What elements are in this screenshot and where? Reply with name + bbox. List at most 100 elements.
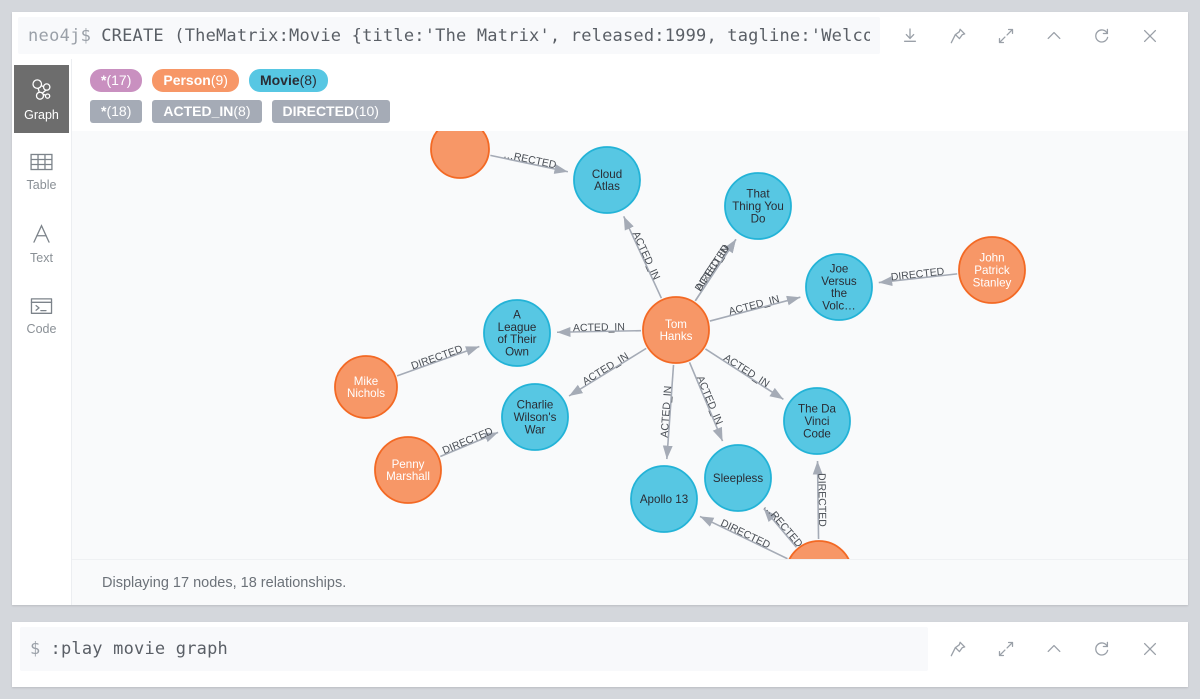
legend-chip-count: (18) (106, 103, 132, 120)
graph-edge[interactable] (396, 345, 480, 377)
graph-edge[interactable] (490, 154, 569, 175)
graph-edge[interactable] (439, 431, 499, 458)
graph-edge-label: DIRECTED (693, 242, 733, 294)
graph-node-circle[interactable] (958, 236, 1026, 305)
graph-nodes[interactable]: Cloud Atlas That Thing You DoJoe Versus the Vol… (334, 131, 1026, 559)
legend-chip-label: DIRECTED (282, 103, 355, 120)
graph-node-circle[interactable] (630, 465, 698, 534)
graph-node[interactable]: Cloud Atlas (573, 146, 641, 215)
sidebar-item-code[interactable]: Code (14, 281, 69, 349)
legend-chip-directed[interactable]: DIRECTED (10) (271, 100, 390, 124)
result-frame-actions (880, 14, 1188, 58)
legend-chip-movie[interactable]: Movie (8) (248, 69, 328, 93)
graph-edge[interactable] (763, 508, 798, 548)
result-command-text: CREATE (TheMatrix:Movie {title:'The Matr… (101, 25, 870, 46)
graph-node-circle[interactable] (374, 436, 442, 505)
legend-chip-all-rels[interactable]: * (18) (90, 100, 143, 124)
expand-icon[interactable] (982, 14, 1030, 58)
sidebar-item-table[interactable]: Table (14, 137, 69, 205)
graph-edge-label: ACTED_IN (630, 230, 663, 282)
result-frame: neo4j$ CREATE (TheMatrix:Movie {title:'T… (12, 12, 1188, 605)
refresh-icon[interactable] (1078, 627, 1126, 671)
graph-edge[interactable] (812, 461, 823, 540)
graph-legend: * (17) Person (9) Movie (8) * (18) ACTED… (72, 59, 1188, 132)
graph-node-circle[interactable] (704, 444, 772, 513)
graph-edge-label: ACTED_IN (721, 352, 771, 390)
graph-node-circle[interactable] (334, 355, 398, 420)
graph-node-circle[interactable] (724, 172, 792, 241)
close-icon[interactable] (1126, 627, 1174, 671)
legend-chip-label: Movie (259, 72, 300, 88)
graph-edge-label: …RECTED (761, 501, 805, 550)
graph-edge[interactable] (699, 515, 788, 559)
neo4j-browser-window: neo4j$ CREATE (TheMatrix:Movie {title:'T… (0, 0, 1200, 699)
editor-prompt: $ (30, 639, 41, 659)
graph-edge-label: ACTED_IN (693, 243, 732, 293)
legend-chip-count: (8) (233, 103, 251, 120)
legend-chip-count: (17) (106, 72, 132, 88)
graph-visualization[interactable]: …RECTEDACTED_IN DIRECTEDACTED_INACTED_IND… (72, 131, 1188, 559)
graph-node-circle[interactable] (642, 296, 710, 365)
pin-icon[interactable] (934, 627, 982, 671)
graph-edge[interactable] (878, 273, 958, 287)
graph-edge[interactable] (556, 327, 642, 338)
graph-node[interactable] (430, 131, 490, 180)
legend-chip-label: Person (163, 72, 211, 88)
graph-node[interactable]: Apollo 13 (630, 465, 698, 534)
collapse-chevron-icon[interactable] (1030, 14, 1078, 58)
graph-edge[interactable] (709, 296, 801, 323)
graph-node[interactable]: Penny Marshall (374, 436, 442, 505)
graph-node-circle[interactable] (783, 387, 851, 456)
graph-node[interactable]: Joe Versus the Volc… (805, 253, 873, 322)
graph-node-circle[interactable] (483, 299, 551, 368)
legend-chip-label: ACTED_IN (163, 103, 234, 120)
result-frame-body: Graph Table Text Code * (17) Person (9) … (12, 59, 1188, 605)
editor-frame-actions (928, 627, 1188, 671)
graph-node-circle[interactable] (786, 540, 852, 559)
expand-icon[interactable] (982, 627, 1030, 671)
graph-edge[interactable] (568, 347, 647, 397)
sidebar-item-table-label: Table (26, 178, 57, 193)
table-icon (28, 150, 55, 174)
result-frame-header: neo4j$ CREATE (TheMatrix:Movie {title:'T… (12, 12, 1188, 59)
graph-node-circle[interactable] (430, 131, 490, 180)
collapse-chevron-icon[interactable] (1030, 627, 1078, 671)
legend-chip-all-nodes[interactable]: * (17) (90, 69, 143, 93)
graph-edge[interactable] (662, 365, 675, 460)
download-icon[interactable] (886, 14, 934, 58)
refresh-icon[interactable] (1078, 14, 1126, 58)
graph-edge[interactable] (694, 239, 737, 302)
graph-node-circle[interactable] (805, 253, 873, 322)
graph-node[interactable]: Tom Hanks (642, 296, 710, 365)
graph-node[interactable]: John Patrick Stanley (958, 236, 1026, 305)
graph-node[interactable]: A League of Their Own (483, 299, 551, 368)
graph-edge[interactable] (704, 348, 784, 401)
graph-node[interactable]: Sleepless (704, 444, 772, 513)
editor-frame: $ :play movie graph (12, 622, 1188, 687)
graph-canvas[interactable]: …RECTED ACTED_IN DIRECTED ACTED_IN ACTED_IN D… (72, 131, 1188, 559)
result-status-bar: Displaying 17 nodes, 18 relationships. (72, 559, 1188, 605)
graph-edge-label: ACTED_IN (580, 350, 631, 387)
result-command-box[interactable]: neo4j$ CREATE (TheMatrix:Movie {title:'T… (18, 17, 880, 54)
graph-node-circle[interactable] (501, 383, 569, 452)
graph-node[interactable]: That Thing You Do (724, 172, 792, 241)
close-icon[interactable] (1126, 14, 1174, 58)
graph-node[interactable]: Charlie Wilson's War (501, 383, 569, 452)
graph-edge[interactable] (622, 216, 663, 299)
graph-node[interactable]: RonHoward (786, 540, 852, 559)
graph-node-circle[interactable] (573, 146, 641, 215)
graph-edge-label: DIRECTED (719, 517, 773, 551)
sidebar-item-text[interactable]: Text (14, 209, 69, 277)
legend-rel-row: * (18) ACTED_IN (8) DIRECTED (10) (90, 100, 1176, 124)
graph-node[interactable]: Mike Nichols (334, 355, 398, 420)
sidebar-item-graph[interactable]: Graph (14, 65, 69, 133)
graph-node[interactable]: The Da Vinci Code (783, 387, 851, 456)
graph-edge[interactable] (688, 362, 724, 442)
editor-command-box[interactable]: $ :play movie graph (20, 627, 928, 671)
legend-chip-acted-in[interactable]: ACTED_IN (8) (152, 100, 262, 124)
pin-icon[interactable] (934, 14, 982, 58)
result-status-text: Displaying 17 nodes, 18 relationships. (102, 574, 347, 591)
legend-chip-person[interactable]: Person (9) (152, 69, 239, 93)
sidebar-item-graph-label: Graph (24, 107, 59, 122)
text-icon (28, 221, 55, 247)
